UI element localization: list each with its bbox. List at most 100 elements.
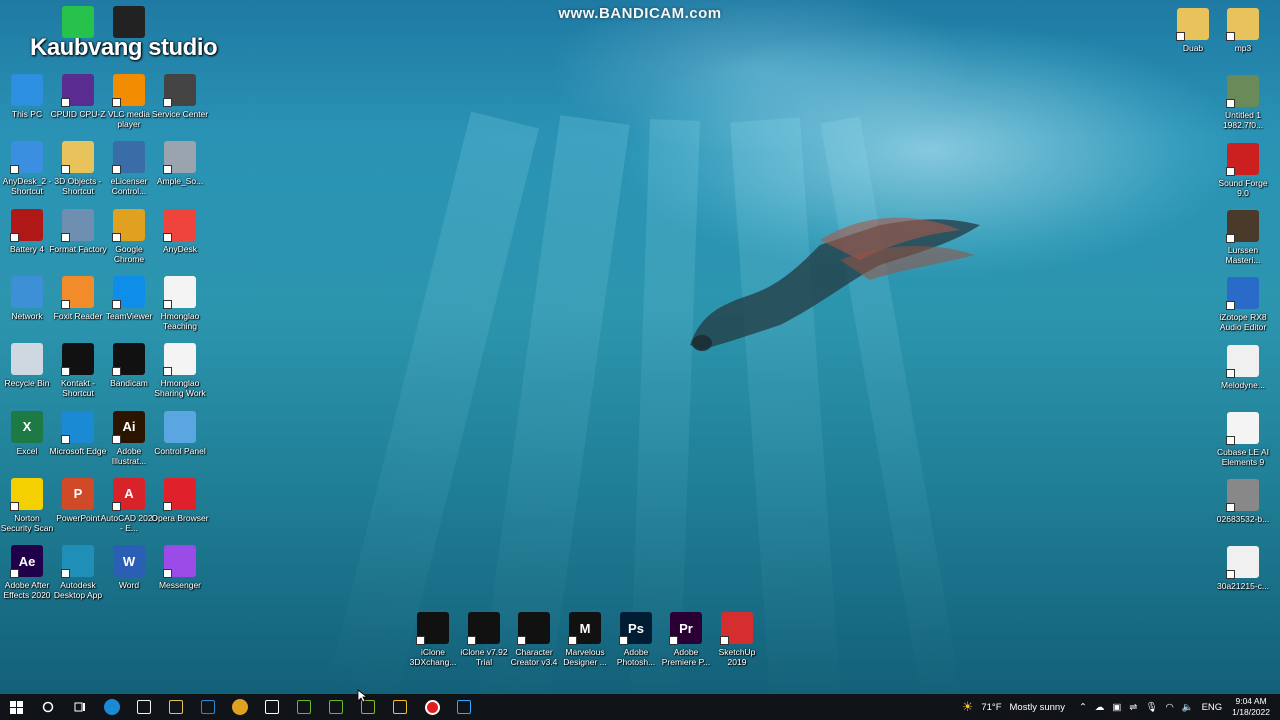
desktop-icon-label: This PC <box>11 109 43 119</box>
taskbar-mail[interactable] <box>192 694 224 720</box>
desktop-icon[interactable]: Microsoft Edge <box>49 410 107 456</box>
desktop-icon[interactable]: X Excel <box>0 410 56 456</box>
desktop-icon[interactable]: Battery 4 <box>0 208 56 254</box>
desktop-icon[interactable]: AnyDesk_2 - Shortcut <box>0 141 56 196</box>
desktop-icon[interactable]: Messenger <box>151 545 209 590</box>
usb-icon[interactable]: ⇌ <box>1129 702 1137 713</box>
desktop-icon[interactable]: Untitled 1 1982.7f0... <box>1214 75 1272 130</box>
taskbar-chrome[interactable] <box>224 694 256 720</box>
desktop-icon[interactable]: 02683532-b... <box>1214 479 1272 524</box>
cubase-icon <box>1226 411 1259 445</box>
desktop-icon[interactable]: iClone 3DXchang... <box>404 612 462 667</box>
weather-condition[interactable]: Mostly sunny <box>1010 702 1065 713</box>
desktop-icon[interactable]: iZotope RX8 Audio Editor <box>1214 277 1272 332</box>
desktop-icon[interactable]: Google Chrome <box>100 208 158 264</box>
device-icon[interactable]: ▣ <box>1112 702 1121 713</box>
taskbar-store[interactable] <box>128 694 160 720</box>
desktop-icon[interactable]: P PowerPoint <box>49 477 107 523</box>
desktop-icon-label: Hmonglao Teaching <box>160 310 200 331</box>
volume-icon[interactable]: 🔈 <box>1182 702 1194 713</box>
desktop-icon-label: iZotope RX8 Audio Editor <box>1219 312 1267 333</box>
taskbar-edge[interactable] <box>96 694 128 720</box>
desktop-icon[interactable]: This PC <box>0 74 56 119</box>
desktop-icon[interactable]: Kontakt - Shortcut <box>49 343 107 398</box>
taskbar-iclone-3dx[interactable] <box>288 694 320 720</box>
folder-icon <box>169 700 183 714</box>
cloud-icon[interactable]: ☁ <box>1095 702 1105 713</box>
desktop-icon[interactable]: Service Center <box>151 74 209 119</box>
desktop-icon[interactable]: eLicenser Control... <box>100 141 158 196</box>
desktop-icon[interactable]: Format Factory <box>49 208 107 254</box>
service-gauge-icon <box>163 74 196 107</box>
desktop-icon[interactable]: A AutoCAD 2020 - E... <box>100 477 158 533</box>
taskbar-marvelous[interactable] <box>384 694 416 720</box>
desktop-icon[interactable]: SketchUp 2019 <box>708 612 766 667</box>
taskbar-photoshop[interactable] <box>448 694 480 720</box>
desktop-icon[interactable]: Autodesk Desktop App <box>49 545 107 600</box>
desktop-icon[interactable]: Opera Browser <box>151 477 209 523</box>
desktop-icon[interactable]: CPUID CPU-Z <box>49 74 107 119</box>
clock[interactable]: 9:04 AM 1/18/2022 <box>1232 696 1270 718</box>
task-view-button[interactable] <box>64 694 96 720</box>
desktop-icon[interactable]: Pr Adobe Premiere P... <box>657 612 715 667</box>
folder-icon <box>1176 8 1209 41</box>
start-button[interactable] <box>0 694 32 720</box>
desktop-icon-label: Google Chrome <box>113 243 145 264</box>
system-tray: ☀ 71°F Mostly sunny ⌃ ☁ ▣ ⇌ 🎙 ◠ 🔈 ENG 9:… <box>958 694 1280 720</box>
network-globe-icon <box>11 275 43 308</box>
format-factory-icon <box>61 208 94 242</box>
language-indicator[interactable]: ENG <box>1202 702 1223 713</box>
phone-image-icon <box>1226 479 1259 513</box>
weather-temperature[interactable]: 71°F <box>981 702 1001 713</box>
desktop-icon[interactable]: W Word <box>100 545 158 590</box>
marvelous-designer-icon: M <box>568 612 601 645</box>
desktop-icon[interactable]: Network <box>0 275 56 321</box>
desktop-icon[interactable]: mp3 <box>1214 8 1272 53</box>
illustrator-icon: Ai <box>112 410 145 444</box>
desktop-icon[interactable]: Ample_So... <box>151 141 209 186</box>
microphone-icon[interactable]: 🎙 <box>1145 702 1157 713</box>
sketchup-icon <box>720 612 753 645</box>
desktop-icon[interactable]: Recycle Bin <box>0 343 56 388</box>
desktop-icon-label: Word <box>118 580 140 591</box>
desktop-icon[interactable]: Ae Adobe After Effects 2020 <box>0 545 56 600</box>
desktop-icon[interactable]: VLC media player <box>100 74 158 129</box>
desktop-icon-label: Adobe After Effects 2020 <box>3 580 51 601</box>
desktop-icon[interactable]: Hmonglao Sharing Work <box>151 343 209 398</box>
autocad-icon: A <box>112 477 145 511</box>
desktop-icon[interactable]: 3D Objects - Shortcut <box>49 141 107 196</box>
desktop-icon[interactable]: Cubase LE AI Elements 9 <box>1214 411 1272 467</box>
chevron-up-icon[interactable]: ⌃ <box>1079 702 1087 713</box>
desktop-icon-label: Lurssen Masteri... <box>1225 244 1261 265</box>
teamviewer-icon <box>112 275 145 309</box>
taskbar-explorer[interactable] <box>160 694 192 720</box>
desktop-icon-label: Microsoft Edge <box>49 445 107 456</box>
desktop-icon[interactable]: TeamViewer <box>100 275 158 321</box>
desktop-icon[interactable]: AnyDesk <box>151 208 209 254</box>
taskbar-iclone[interactable] <box>320 694 352 720</box>
desktop-icon[interactable]: 30a21215-c... <box>1214 546 1272 591</box>
desktop-icon[interactable]: Ai Adobe Illustrat... <box>100 410 158 466</box>
desktop-icon[interactable]: Lurssen Masteri... <box>1214 209 1272 265</box>
desktop-icon[interactable]: Melodyne... <box>1214 344 1272 390</box>
weather-sun-icon[interactable]: ☀ <box>962 699 974 715</box>
desktop-icon[interactable]: Sound Forge 9.0 <box>1214 142 1272 198</box>
desktop-icon[interactable]: M Marvelous Designer ... <box>556 612 614 667</box>
hmonglao-sharing-icon <box>163 343 196 377</box>
wifi-icon[interactable]: ◠ <box>1165 702 1173 713</box>
norton-icon <box>10 477 43 511</box>
desktop-icon[interactable]: Norton Security Scan <box>0 477 56 533</box>
desktop-icon[interactable]: Bandicam <box>100 343 158 388</box>
desktop-icon[interactable] <box>49 6 107 38</box>
desktop-icon[interactable]: Control Panel <box>151 410 209 456</box>
store-icon <box>137 700 151 714</box>
desktop-icon[interactable] <box>100 6 158 38</box>
ad-logo-icon <box>113 6 145 38</box>
desktop-icon[interactable]: Hmonglao Teaching <box>151 275 209 331</box>
chrome-icon <box>112 208 145 242</box>
search-button[interactable] <box>32 694 64 720</box>
desktop-icon[interactable]: Character Creator v3.4 <box>505 612 563 667</box>
taskbar-cubase[interactable] <box>256 694 288 720</box>
taskbar-bandicam[interactable] <box>416 694 448 720</box>
desktop-icon[interactable]: Foxit Reader <box>49 275 107 321</box>
